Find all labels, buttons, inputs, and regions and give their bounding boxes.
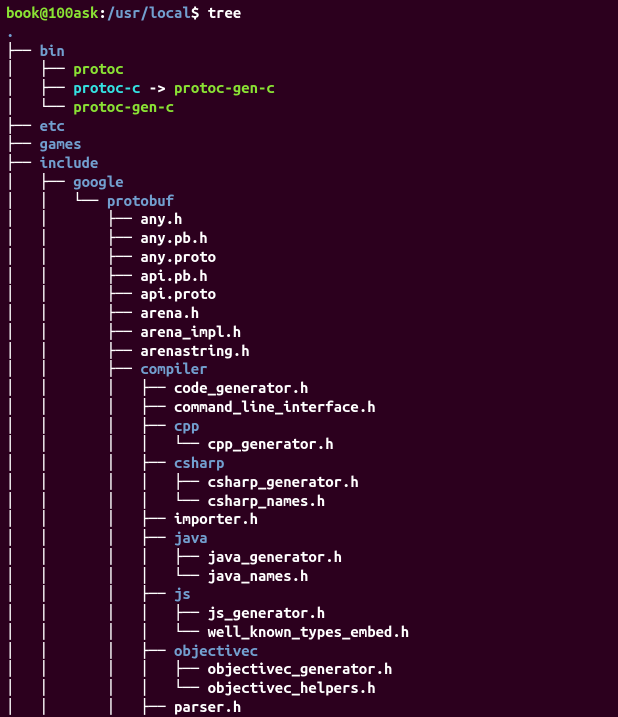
tree-branch: │ │ │ │ └── bbox=[6, 623, 208, 640]
tree-branch: │ │ ├── bbox=[6, 342, 140, 359]
tree-branch: ├── bbox=[6, 154, 40, 171]
tree-branch: │ │ ├── bbox=[6, 229, 140, 246]
file-any-pb-h: any.pb.h bbox=[140, 229, 207, 246]
prompt-user: book bbox=[6, 4, 40, 21]
tree-branch: │ ├── bbox=[6, 79, 73, 96]
tree-branch: │ │ ├── bbox=[6, 285, 140, 302]
prompt: book@100ask:/usr/local$ bbox=[6, 4, 199, 21]
dir-games: games bbox=[40, 135, 82, 152]
prompt-path: /usr/local bbox=[107, 4, 191, 21]
tree-branch: │ │ ├── bbox=[6, 248, 140, 265]
file-code-generator-h: code_generator.h bbox=[174, 379, 308, 396]
file-api-proto: api.proto bbox=[140, 285, 216, 302]
tree-branch: │ │ │ │ └── bbox=[6, 567, 208, 584]
tree-branch: │ │ ├── bbox=[6, 360, 140, 377]
file-command-line-interface-h: command_line_interface.h bbox=[174, 398, 376, 415]
tree-branch: ├── bbox=[6, 117, 40, 134]
tree-branch: │ │ │ │ ├── bbox=[6, 473, 208, 490]
tree-branch: │ │ │ │ ├── bbox=[6, 604, 208, 621]
dir-protobuf: protobuf bbox=[107, 192, 174, 209]
tree-branch: │ │ ├── bbox=[6, 304, 140, 321]
file-any-h: any.h bbox=[140, 210, 182, 227]
file-js-generator-h: js_generator.h bbox=[208, 604, 326, 621]
symlink-protoc-c: protoc-c bbox=[73, 79, 140, 96]
prompt-host: 100ask bbox=[48, 4, 98, 21]
tree-branch: │ │ │ ├── bbox=[6, 529, 174, 546]
file-objectivec-generator-h: objectivec_generator.h bbox=[208, 660, 393, 677]
file-well-known-types-embed-h: well_known_types_embed.h bbox=[208, 623, 410, 640]
tree-branch: │ │ │ ├── bbox=[6, 417, 174, 434]
file-java-generator-h: java_generator.h bbox=[208, 548, 342, 565]
exec-protoc-gen-c: protoc-gen-c bbox=[73, 98, 174, 115]
exec-protoc: protoc bbox=[73, 60, 123, 77]
tree-branch: ├── bbox=[6, 135, 40, 152]
dir-include: include bbox=[40, 154, 99, 171]
tree-branch: │ │ │ ├── bbox=[6, 379, 174, 396]
tree-branch: │ │ │ ├── bbox=[6, 398, 174, 415]
file-api-pb-h: api.pb.h bbox=[140, 267, 207, 284]
tree-branch: │ │ │ ├── bbox=[6, 454, 174, 471]
dir-js: js bbox=[174, 585, 191, 602]
tree-branch: │ │ │ │ └── bbox=[6, 492, 208, 509]
tree-branch: │ │ │ │ └── bbox=[6, 679, 208, 696]
tree-branch: │ │ └── bbox=[6, 192, 107, 209]
tree-branch: │ └── bbox=[6, 98, 73, 115]
file-importer-h: importer.h bbox=[174, 510, 258, 527]
tree-root: . bbox=[6, 23, 14, 40]
tree-branch: │ │ ├── bbox=[6, 267, 140, 284]
tree-branch: │ ├── bbox=[6, 60, 73, 77]
file-cpp-generator-h: cpp_generator.h bbox=[208, 435, 334, 452]
tree-branch: │ │ ├── bbox=[6, 210, 140, 227]
tree-branch: │ │ ├── bbox=[6, 323, 140, 340]
tree-branch: ├── bbox=[6, 42, 40, 59]
prompt-at: @ bbox=[40, 4, 48, 21]
dir-objectivec: objectivec bbox=[174, 642, 258, 659]
symlink-arrow: -> bbox=[140, 79, 174, 96]
dir-etc: etc bbox=[40, 117, 65, 134]
file-arena-impl-h: arena_impl.h bbox=[140, 323, 241, 340]
dir-compiler: compiler bbox=[140, 360, 207, 377]
file-parser-h: parser.h bbox=[174, 698, 241, 715]
symlink-target: protoc-gen-c bbox=[174, 79, 275, 96]
terminal-output[interactable]: book@100ask:/usr/local$ tree . ├── bin │… bbox=[6, 4, 612, 717]
file-csharp-names-h: csharp_names.h bbox=[208, 492, 326, 509]
file-arenastring-h: arenastring.h bbox=[140, 342, 249, 359]
prompt-colon: : bbox=[98, 4, 106, 21]
tree-branch: │ │ │ │ ├── bbox=[6, 548, 208, 565]
dir-bin: bin bbox=[40, 42, 65, 59]
dir-cpp: cpp bbox=[174, 417, 199, 434]
file-objectivec-helpers-h: objectivec_helpers.h bbox=[208, 679, 376, 696]
command: tree bbox=[208, 4, 242, 21]
tree-branch: │ │ │ │ ├── bbox=[6, 660, 208, 677]
prompt-dollar: $ bbox=[191, 4, 199, 21]
dir-google: google bbox=[73, 173, 123, 190]
tree-branch: │ │ │ │ └── bbox=[6, 435, 208, 452]
tree-branch: │ │ │ ├── bbox=[6, 510, 174, 527]
dir-java: java bbox=[174, 529, 208, 546]
file-arena-h: arena.h bbox=[140, 304, 199, 321]
file-csharp-generator-h: csharp_generator.h bbox=[208, 473, 359, 490]
tree-branch: │ │ │ ├── bbox=[6, 698, 174, 715]
file-java-names-h: java_names.h bbox=[208, 567, 309, 584]
tree-branch: │ │ │ ├── bbox=[6, 585, 174, 602]
dir-csharp: csharp bbox=[174, 454, 224, 471]
tree-branch: │ ├── bbox=[6, 173, 73, 190]
tree-branch: │ │ │ ├── bbox=[6, 642, 174, 659]
file-any-proto: any.proto bbox=[140, 248, 216, 265]
